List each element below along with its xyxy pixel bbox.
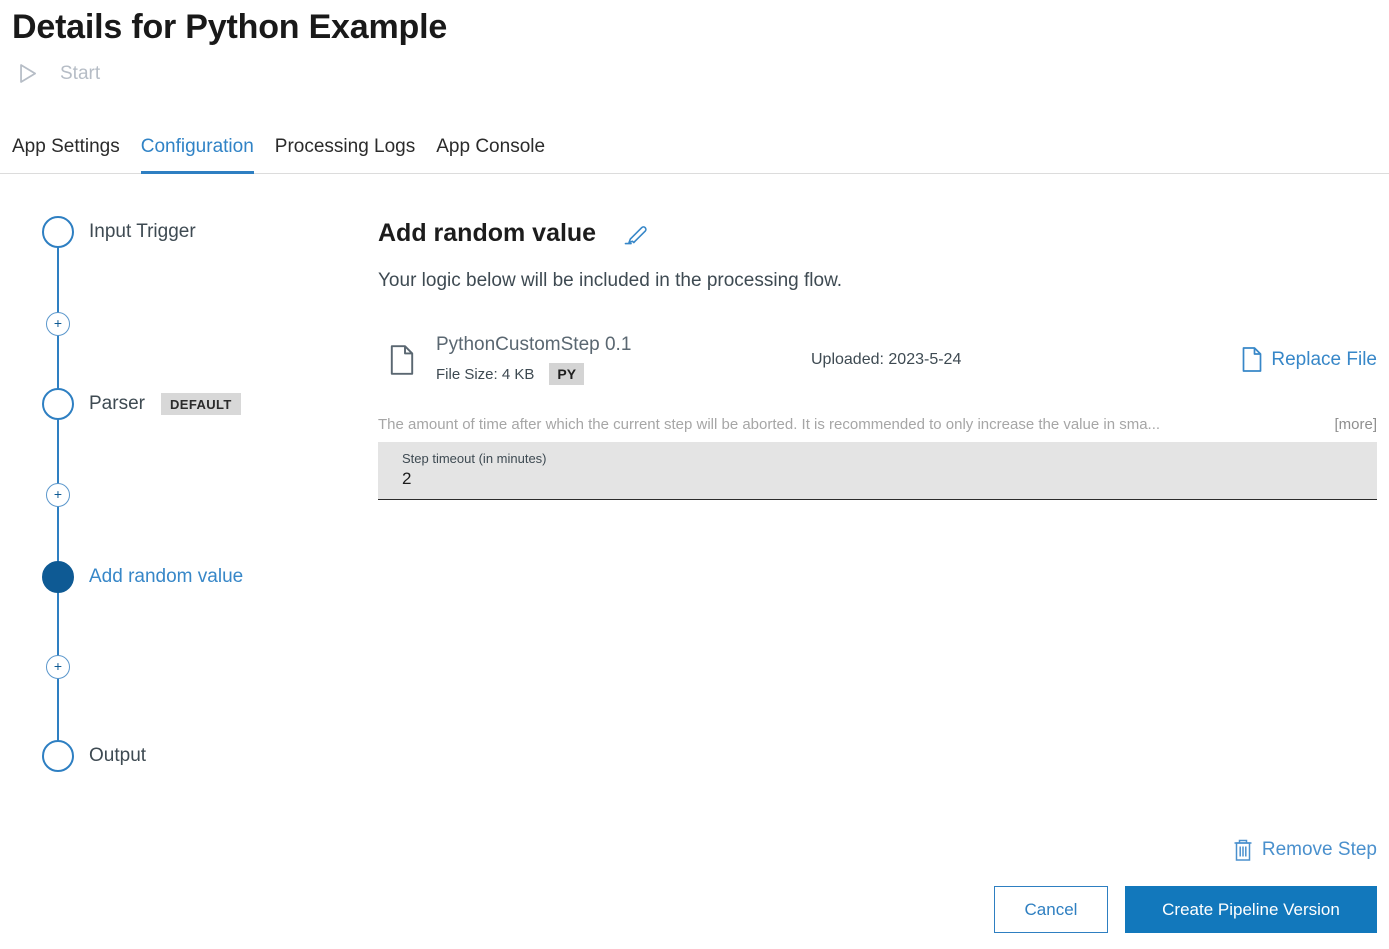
step-heading: Add random value: [378, 219, 597, 247]
pipeline-stepper: Input Trigger + Parser DEFAULT + Add ran…: [0, 174, 378, 814]
start-label: Start: [60, 62, 101, 84]
edit-step-name-button[interactable]: [622, 221, 651, 246]
file-name: PythonCustomStep 0.1: [436, 334, 632, 355]
add-step-button[interactable]: +: [46, 655, 70, 679]
plus-icon: +: [53, 658, 63, 674]
flow-description: Your logic below will be included in the…: [378, 270, 843, 291]
trash-icon: [1233, 838, 1253, 862]
stepper-step-input-trigger[interactable]: Input Trigger: [42, 216, 196, 248]
tab-app-console[interactable]: App Console: [436, 136, 545, 173]
play-icon: [14, 60, 40, 87]
file-size: File Size: 4 KB: [436, 365, 535, 383]
step-label: Output: [89, 745, 147, 766]
remove-step-label: Remove Step: [1261, 839, 1377, 860]
document-icon: [390, 344, 414, 376]
plus-icon: +: [53, 486, 63, 502]
stepper-step-parser[interactable]: Parser DEFAULT: [42, 388, 241, 420]
step-label: Parser: [89, 393, 145, 414]
timeout-description: The amount of time after which the curre…: [378, 416, 1161, 433]
details-page: Details for Python Example Start App Set…: [0, 0, 1389, 949]
document-icon: [1242, 346, 1262, 373]
step-timeout-field[interactable]: Step timeout (in minutes): [378, 442, 1377, 500]
step-circle[interactable]: [42, 388, 74, 420]
file-info: PythonCustomStep 0.1 File Size: 4 KB PY: [436, 334, 811, 385]
tab-bar: App Settings Configuration Processing Lo…: [0, 136, 1389, 174]
step-timeout-label: Step timeout (in minutes): [402, 451, 547, 466]
replace-file-label: Replace File: [1271, 348, 1377, 370]
start-button[interactable]: Start: [14, 60, 100, 87]
file-type-badge: PY: [549, 363, 585, 385]
pencil-icon: [622, 221, 651, 246]
remove-step-button[interactable]: Remove Step: [1233, 838, 1377, 862]
tab-app-settings[interactable]: App Settings: [12, 136, 120, 173]
uploaded-file-row: PythonCustomStep 0.1 File Size: 4 KB PY …: [378, 334, 1377, 385]
stepper-step-add-random-value[interactable]: Add random value: [42, 561, 243, 593]
create-pipeline-version-button[interactable]: Create Pipeline Version: [1125, 886, 1377, 933]
step-circle[interactable]: [42, 740, 74, 772]
step-circle[interactable]: [42, 216, 74, 248]
more-link[interactable]: [more]: [1334, 416, 1377, 433]
cancel-button[interactable]: Cancel: [994, 886, 1108, 933]
plus-icon: +: [53, 315, 63, 331]
tab-configuration[interactable]: Configuration: [140, 136, 254, 174]
footer-actions: Remove Step Cancel Create Pipeline Versi…: [994, 838, 1377, 933]
step-detail-panel: Add random value Your logic below will b…: [378, 174, 1377, 814]
step-label: Add random value: [89, 566, 244, 587]
uploaded-date: Uploaded: 2023-5-24: [811, 350, 962, 368]
step-label: Input Trigger: [89, 221, 196, 242]
tab-processing-logs[interactable]: Processing Logs: [275, 136, 415, 173]
add-step-button[interactable]: +: [46, 312, 70, 336]
replace-file-button[interactable]: Replace File: [1242, 346, 1377, 373]
add-step-button[interactable]: +: [46, 483, 70, 507]
page-title: Details for Python Example: [12, 8, 448, 46]
default-badge: DEFAULT: [160, 393, 241, 415]
step-timeout-input[interactable]: [402, 469, 702, 489]
step-circle-active[interactable]: [42, 561, 74, 593]
stepper-step-output[interactable]: Output: [42, 740, 146, 772]
